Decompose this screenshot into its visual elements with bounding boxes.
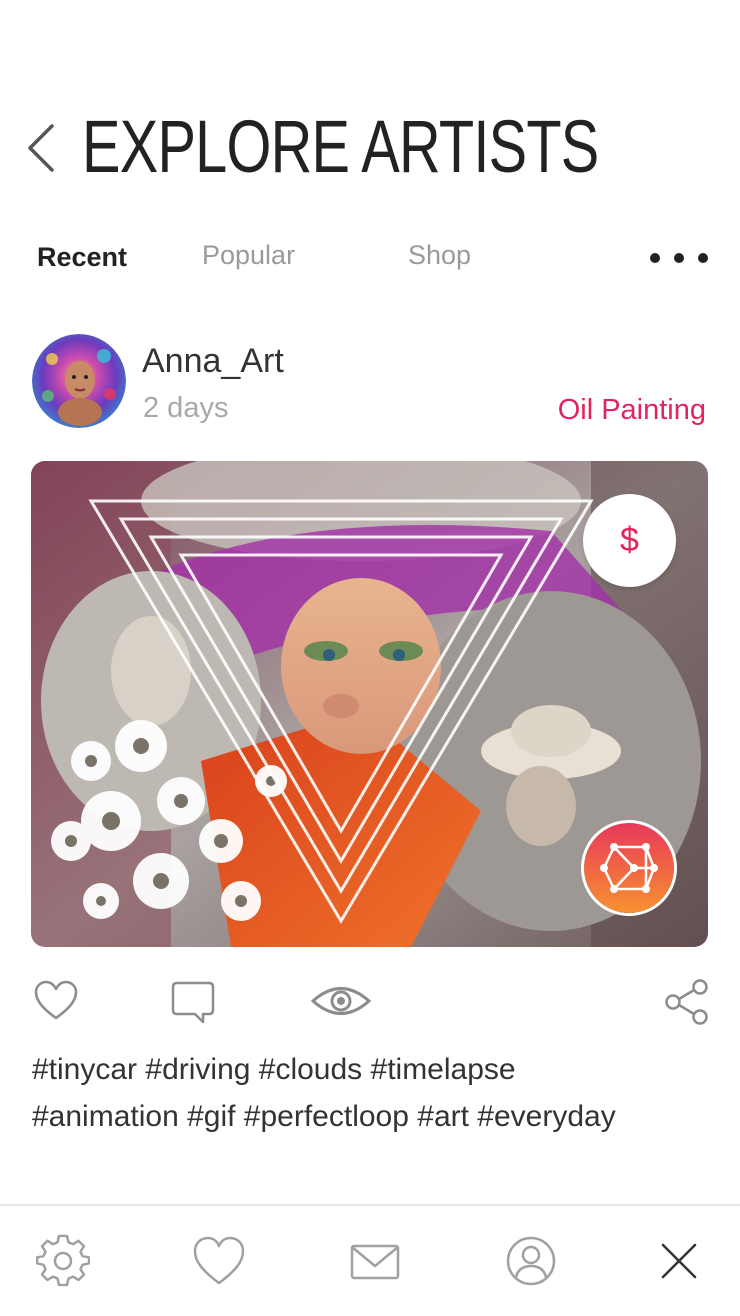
tab-bar: Recent Popular Shop: [0, 230, 740, 286]
network-button[interactable]: [581, 820, 677, 916]
eye-icon: [310, 987, 372, 1015]
avatar[interactable]: [32, 334, 126, 428]
buy-button[interactable]: $: [583, 494, 676, 587]
settings-icon: [35, 1234, 91, 1287]
more-horizontal-icon: [650, 253, 660, 263]
mail-icon: [350, 1244, 400, 1280]
chevron-left-icon: [28, 124, 54, 172]
share-icon: [665, 979, 708, 1025]
page-title: EXPLORE ARTISTS: [82, 105, 599, 188]
heart-icon: [34, 980, 78, 1020]
back-button[interactable]: [22, 118, 68, 180]
nav-close-button[interactable]: [652, 1234, 708, 1290]
tab-popular[interactable]: Popular: [202, 240, 295, 271]
like-button[interactable]: [33, 978, 79, 1024]
bottom-nav: [0, 1204, 740, 1316]
comment-button[interactable]: [169, 978, 217, 1026]
post-time: 2 days: [143, 392, 229, 424]
share-button[interactable]: [664, 978, 710, 1026]
tab-shop[interactable]: Shop: [408, 240, 471, 271]
profile-icon: [506, 1236, 556, 1286]
username[interactable]: Anna_Art: [142, 342, 284, 381]
comment-icon: [171, 981, 215, 1024]
nav-settings-button[interactable]: [35, 1234, 92, 1290]
favorites-icon: [193, 1236, 245, 1285]
hashtags-line-2[interactable]: #animation #gif #perfectloop #art #every…: [32, 1093, 722, 1140]
more-options-button[interactable]: [644, 248, 714, 268]
hashtags: #tinycar #driving #clouds #timelapse #an…: [32, 1046, 722, 1140]
views-button[interactable]: [310, 982, 372, 1020]
tab-recent[interactable]: Recent: [37, 242, 127, 273]
network-icon: [584, 823, 674, 913]
category-link[interactable]: Oil Painting: [558, 394, 706, 427]
close-icon: [661, 1243, 697, 1279]
nav-messages-button[interactable]: [348, 1234, 404, 1290]
nav-favorites-button[interactable]: [192, 1234, 248, 1290]
avatar-image: [32, 334, 126, 428]
nav-profile-button[interactable]: [504, 1234, 560, 1290]
hashtags-line-1[interactable]: #tinycar #driving #clouds #timelapse: [32, 1046, 722, 1093]
